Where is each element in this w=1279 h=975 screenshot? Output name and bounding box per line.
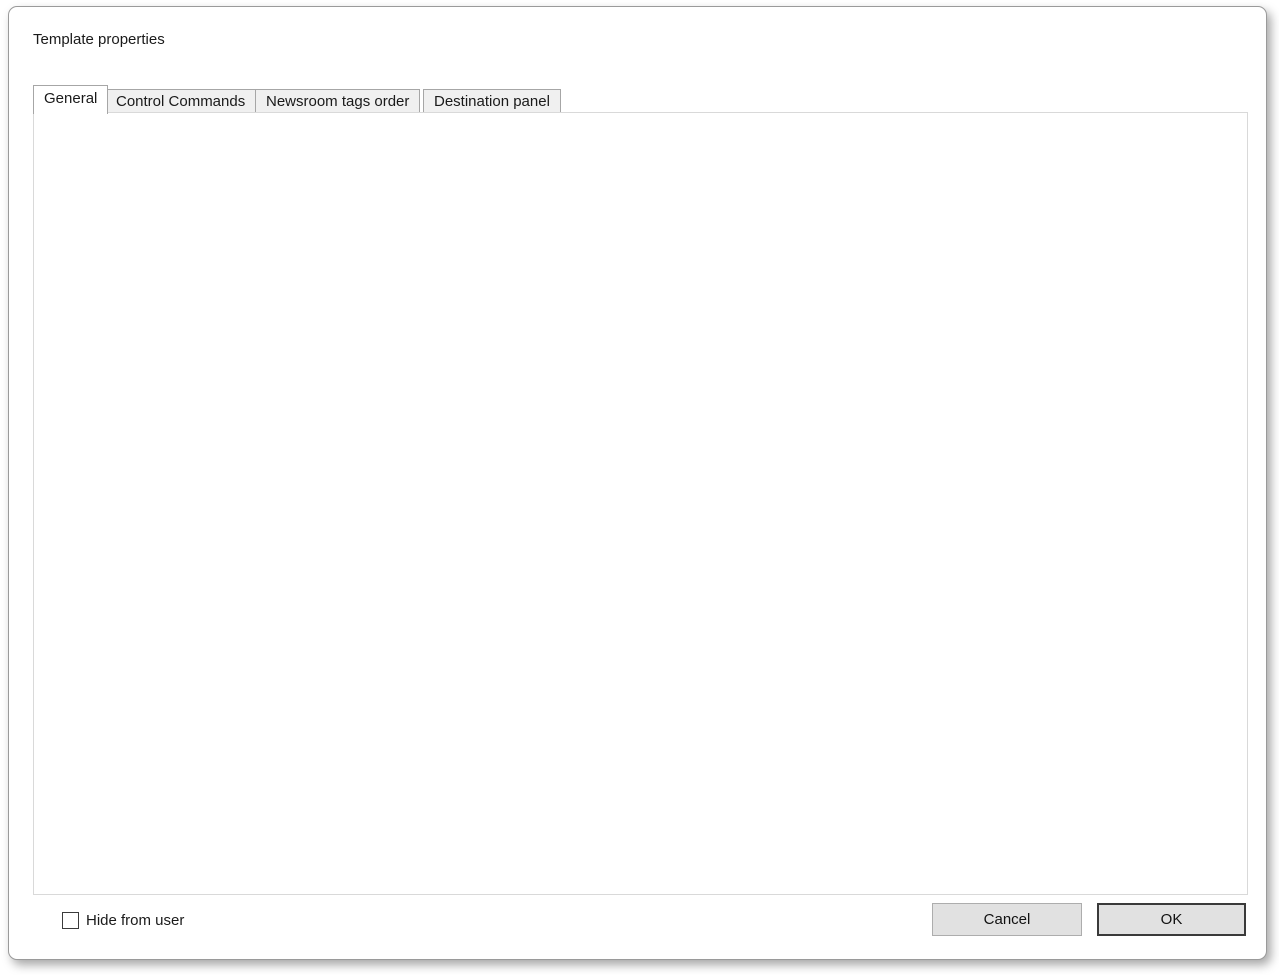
hide-from-user-label: Hide from user — [86, 912, 184, 930]
cancel-button[interactable]: Cancel — [932, 903, 1082, 936]
tab-destination-panel[interactable]: Destination panel — [423, 89, 561, 113]
general-tab-panel — [33, 112, 1248, 895]
hide-from-user-checkbox[interactable] — [62, 912, 79, 929]
tab-control-commands[interactable]: Control Commands — [105, 89, 256, 113]
ok-button[interactable]: OK — [1097, 903, 1246, 936]
window-title: Template properties — [33, 31, 165, 49]
tab-newsroom-tags-order[interactable]: Newsroom tags order — [255, 89, 420, 113]
template-properties-dialog: Template properties General Control Comm… — [0, 0, 1279, 975]
tab-general[interactable]: General — [33, 85, 108, 114]
